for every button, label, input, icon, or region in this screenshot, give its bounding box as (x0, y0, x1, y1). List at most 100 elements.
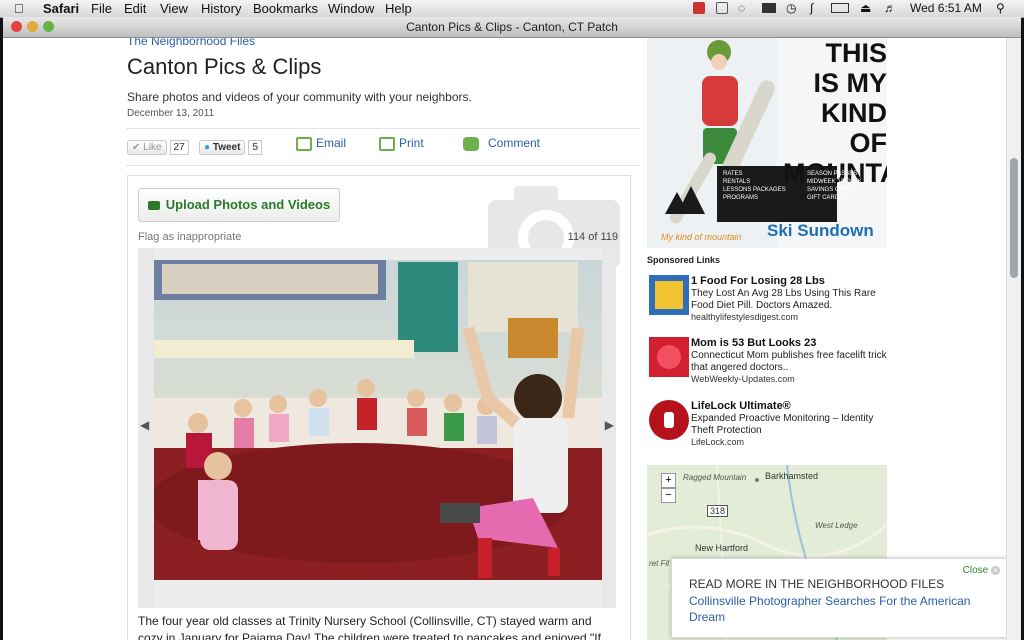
divider (127, 128, 639, 129)
ad-url[interactable]: WebWeekly-Updates.com (691, 374, 795, 384)
like-button[interactable]: ✔ Like (127, 140, 167, 155)
print-label: Print (399, 136, 424, 150)
ad-description: Expanded Proactive Monitoring – Identity… (691, 413, 874, 436)
ad-feature: MIDWEEK 12-PACK (807, 179, 862, 185)
ad-features-left: RATES RENTALS LESSONS PACKAGES PROGRAMS (723, 170, 803, 202)
map-zoom-in-button[interactable]: + (661, 473, 676, 488)
speech-bubble-icon (463, 136, 479, 151)
menu-window[interactable]: Window (328, 1, 374, 16)
comment-label: Comment (488, 136, 541, 150)
popup-close-button[interactable]: Close × (963, 565, 1000, 576)
ad-url[interactable]: healthylifestylesdigest.com (691, 312, 798, 322)
close-icon: × (991, 566, 1000, 575)
ad-title[interactable]: 1 Food For Losing 28 Lbs (691, 275, 825, 287)
menu-history[interactable]: History (201, 1, 241, 16)
printer-icon (379, 136, 395, 151)
scrollbar-thumb[interactable] (1010, 158, 1018, 278)
browser-window: Canton Pics & Clips - Canton, CT Patch T… (3, 17, 1021, 640)
envelope-icon (296, 136, 312, 151)
comment-link[interactable]: Comment (463, 136, 540, 151)
bluetooth-icon[interactable]: ∫ (810, 1, 813, 15)
menu-app-name[interactable]: Safari (43, 1, 79, 16)
sponsored-heading: Sponsored Links (647, 255, 721, 265)
ski-sundown-ad[interactable]: THIS IS MY KIND OF MOUNTAIN RATES RENTAL… (647, 38, 887, 248)
ad-feature: LESSONS PACKAGES (723, 187, 786, 193)
apple-icon[interactable]:  (14, 1, 24, 16)
ad-feature: RENTALS (723, 179, 751, 185)
vpn-icon[interactable] (716, 2, 728, 14)
ad-title[interactable]: Mom is 53 But Looks 23 (691, 337, 816, 349)
next-photo-arrow-icon[interactable]: ▶ (605, 418, 614, 432)
map-label: New Hartford (695, 543, 749, 553)
tweet-widget[interactable]: ● Tweet 5 (199, 139, 262, 155)
volume-icon[interactable]: ♬ (884, 1, 896, 15)
email-link[interactable]: Email (296, 136, 346, 151)
page-subtitle: Share photos and videos of your communit… (127, 90, 472, 104)
sponsored-ad-2[interactable]: Mom is 53 But Looks 23 Connecticut Mom p… (647, 337, 887, 384)
menu-clock[interactable]: Wed 6:51 AM (910, 1, 982, 15)
ad-feature: GIFT CARDS (807, 195, 844, 201)
menu-view[interactable]: View (160, 1, 188, 16)
like-label: Like (143, 142, 162, 153)
previous-photo-arrow-icon[interactable]: ◀ (140, 418, 149, 432)
menu-help[interactable]: Help (385, 1, 412, 16)
spotlight-search-icon[interactable]: ⚲ (996, 1, 1005, 15)
menu-bookmarks[interactable]: Bookmarks (253, 1, 318, 16)
map-zoom-out-button[interactable]: − (661, 488, 676, 503)
vertical-scrollbar[interactable] (1006, 38, 1021, 640)
upload-button[interactable]: Upload Photos and Videos (138, 188, 340, 222)
ad-tagline: My kind of mountain (661, 232, 742, 242)
window-title: Canton Pics & Clips - Canton, CT Patch (406, 20, 618, 34)
ad-brand-logo: Ski Sundown (767, 221, 874, 240)
menu-file[interactable]: File (91, 1, 112, 16)
battery-icon[interactable] (831, 3, 849, 13)
shield-icon[interactable] (693, 2, 705, 14)
photo-caption: The four year old classes at Trinity Nur… (138, 614, 601, 640)
print-link[interactable]: Print (379, 136, 424, 151)
tweet-button[interactable]: ● Tweet (199, 140, 246, 155)
display-icon[interactable] (762, 3, 776, 13)
thumbs-up-icon: ✔ (132, 142, 141, 153)
photo-viewer: ◀ ▶ (138, 248, 616, 608)
photo-counter: 114 of 119 (567, 231, 618, 243)
ad-feature: SEASON PASSES (807, 171, 858, 177)
route-shield: 318 (707, 505, 729, 517)
ad-feature: SAVINGS CARDS (807, 187, 856, 193)
eject-icon[interactable]: ⏏ (860, 1, 871, 15)
sponsored-ad-1[interactable]: 1 Food For Losing 28 Lbs They Lost An Av… (647, 275, 887, 322)
upload-label: Upload Photos and Videos (165, 197, 331, 212)
divider (127, 165, 639, 166)
ad-thumbnail (649, 337, 689, 377)
title-bar: Canton Pics & Clips - Canton, CT Patch (3, 17, 1021, 38)
ad-feature: PROGRAMS (723, 195, 759, 201)
map-label: Ragged Mountain (683, 473, 747, 482)
popup-article-link[interactable]: Collinsville Photographer Searches For t… (689, 593, 979, 625)
gallery-panel: Upload Photos and Videos Flag as inappro… (127, 175, 631, 640)
tweet-count: 5 (248, 140, 262, 155)
camera-icon (147, 201, 160, 211)
ad-feature: RATES (723, 171, 743, 177)
menu-edit[interactable]: Edit (124, 1, 146, 16)
sponsored-ad-3[interactable]: LifeLock Ultimate® Expanded Proactive Mo… (647, 400, 887, 447)
ad-thumbnail (649, 275, 689, 315)
ad-title[interactable]: LifeLock Ultimate® (691, 400, 791, 412)
popup-heading: READ MORE IN THE NEIGHBORHOOD FILES (689, 577, 945, 591)
like-widget[interactable]: ✔ Like 27 (127, 139, 189, 155)
time-machine-icon[interactable]: ◷ (786, 1, 796, 15)
menu-bar:  Safari File Edit View History Bookmark… (0, 0, 1024, 18)
ad-headline-line: KIND OF (821, 98, 887, 158)
twitter-bird-icon: ● (204, 142, 211, 153)
ad-headline-line: THIS (825, 38, 887, 68)
tweet-label: Tweet (212, 142, 241, 153)
wifi-icon[interactable]: ◌ (738, 1, 745, 15)
close-label: Close (962, 565, 989, 576)
lock-icon (649, 400, 689, 440)
flag-link[interactable]: Flag as inappropriate (138, 231, 241, 243)
like-count: 27 (169, 140, 189, 155)
ad-description: Connecticut Mom publishes free facelift … (691, 350, 887, 373)
map-label: Barkhamsted (765, 471, 819, 481)
read-more-popup: Close × READ MORE IN THE NEIGHBORHOOD FI… (671, 558, 1015, 638)
map-label: West Ledge (815, 521, 858, 530)
breadcrumb[interactable]: The Neighborhood Files (127, 38, 255, 48)
ad-url[interactable]: LifeLock.com (691, 437, 744, 447)
